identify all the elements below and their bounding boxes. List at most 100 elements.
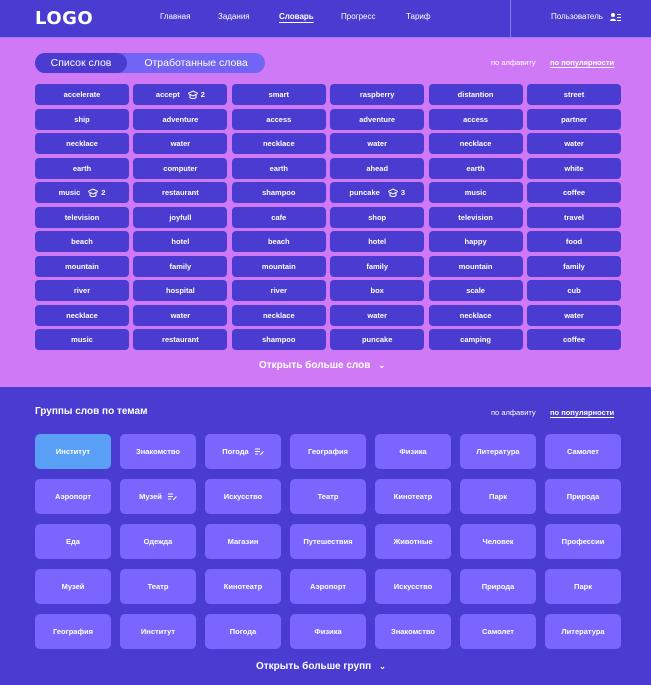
word-chip[interactable]: distantion: [428, 84, 523, 105]
word-chip[interactable]: restaurant: [133, 182, 228, 203]
topic-group-chip[interactable]: Аэропорт: [290, 569, 366, 604]
user-list-icon[interactable]: [610, 12, 621, 22]
word-chip[interactable]: travel: [527, 206, 621, 228]
word-chip[interactable]: family: [133, 255, 228, 277]
more-groups-button[interactable]: Открыть больше групп ⌄: [256, 661, 386, 672]
word-chip[interactable]: box: [330, 280, 425, 301]
word-chip[interactable]: necklace: [231, 304, 326, 326]
word-chip[interactable]: music 2: [35, 182, 129, 203]
word-chip[interactable]: shop: [330, 206, 425, 228]
word-chip[interactable]: street: [527, 84, 621, 105]
topic-group-chip[interactable]: Физика: [290, 614, 366, 649]
topic-group-chip[interactable]: Парк: [545, 569, 621, 604]
word-chip[interactable]: shampoo: [231, 329, 326, 350]
word-chip[interactable]: white: [527, 157, 621, 179]
nav-item[interactable]: Тариф: [406, 12, 430, 21]
word-chip[interactable]: coffee: [527, 329, 621, 350]
word-chip[interactable]: accept 2: [133, 84, 228, 105]
word-chip[interactable]: river: [231, 280, 326, 301]
word-chip[interactable]: partner: [527, 108, 621, 130]
word-chip[interactable]: hotel: [330, 231, 425, 252]
word-chip[interactable]: hospital: [133, 280, 228, 301]
topic-group-chip[interactable]: Профессии: [545, 524, 621, 559]
word-chip[interactable]: coffee: [527, 182, 621, 203]
word-chip[interactable]: necklace: [35, 133, 129, 154]
word-chip[interactable]: water: [133, 133, 228, 154]
word-chip[interactable]: food: [527, 231, 621, 252]
topic-group-chip[interactable]: Магазин: [205, 524, 281, 559]
word-chip[interactable]: mountain: [231, 255, 326, 277]
word-chip[interactable]: puncake: [330, 329, 425, 350]
word-chip[interactable]: necklace: [428, 133, 523, 154]
word-chip[interactable]: puncake 3: [330, 182, 425, 203]
nav-item[interactable]: Главная: [160, 12, 190, 21]
word-chip[interactable]: cafe: [231, 206, 326, 228]
word-chip[interactable]: television: [35, 206, 129, 228]
topic-group-chip[interactable]: Физика: [375, 434, 451, 469]
tab-practiced-words[interactable]: Отработанные слова: [131, 53, 261, 73]
topic-group-chip[interactable]: Кинотеатр: [375, 479, 451, 514]
word-chip[interactable]: family: [527, 255, 621, 277]
topic-group-chip[interactable]: Еда: [35, 524, 111, 559]
topic-group-chip[interactable]: Погода: [205, 434, 281, 469]
word-chip[interactable]: restaurant: [133, 329, 228, 350]
word-chip[interactable]: ship: [35, 108, 129, 130]
word-chip[interactable]: beach: [231, 231, 326, 252]
word-chip[interactable]: mountain: [428, 255, 523, 277]
word-chip[interactable]: scale: [428, 280, 523, 301]
word-chip[interactable]: necklace: [35, 304, 129, 326]
word-chip[interactable]: earth: [428, 157, 523, 179]
sort-alpha-link[interactable]: по алфавиту: [491, 58, 536, 67]
topic-group-chip[interactable]: Искусство: [375, 569, 451, 604]
topic-group-chip[interactable]: География: [35, 614, 111, 649]
word-chip[interactable]: camping: [428, 329, 523, 350]
more-words-button[interactable]: Открыть больше слов ⌄: [259, 360, 385, 371]
word-chip[interactable]: accelerate: [35, 84, 129, 105]
word-chip[interactable]: happy: [428, 231, 523, 252]
word-chip[interactable]: joyfull: [133, 206, 228, 228]
topic-group-chip[interactable]: Театр: [290, 479, 366, 514]
topic-group-chip[interactable]: Музей: [120, 479, 196, 514]
nav-item[interactable]: Прогресс: [341, 12, 375, 21]
topic-group-chip[interactable]: География: [290, 434, 366, 469]
topic-group-chip[interactable]: Погода: [205, 614, 281, 649]
word-chip[interactable]: family: [330, 255, 425, 277]
nav-item[interactable]: Задания: [218, 12, 250, 21]
topic-group-chip[interactable]: Одежда: [120, 524, 196, 559]
word-chip[interactable]: music: [35, 329, 129, 350]
user-label[interactable]: Пользователь: [551, 12, 603, 21]
word-chip[interactable]: shampoo: [231, 182, 326, 203]
topic-group-chip[interactable]: Природа: [460, 569, 536, 604]
word-chip[interactable]: necklace: [428, 304, 523, 326]
word-chip[interactable]: raspberry: [330, 84, 425, 105]
word-chip[interactable]: river: [35, 280, 129, 301]
word-chip[interactable]: adventure: [330, 108, 425, 130]
topic-group-chip[interactable]: Искусство: [205, 479, 281, 514]
topic-group-chip[interactable]: Путешествия: [290, 524, 366, 559]
word-chip[interactable]: earth: [35, 157, 129, 179]
logo[interactable]: LOGO: [35, 8, 93, 29]
topic-group-chip[interactable]: Природа: [545, 479, 621, 514]
topic-group-chip[interactable]: Знакомство: [120, 434, 196, 469]
sort-popular-link[interactable]: по популярности: [550, 58, 614, 67]
word-chip[interactable]: ahead: [330, 157, 425, 179]
word-chip[interactable]: earth: [231, 157, 326, 179]
word-chip[interactable]: access: [428, 108, 523, 130]
nav-item[interactable]: Словарь: [279, 12, 314, 21]
word-chip[interactable]: hotel: [133, 231, 228, 252]
word-chip[interactable]: beach: [35, 231, 129, 252]
word-chip[interactable]: smart: [231, 84, 326, 105]
topic-group-chip[interactable]: Знакомство: [375, 614, 451, 649]
word-chip[interactable]: computer: [133, 157, 228, 179]
word-chip[interactable]: access: [231, 108, 326, 130]
topic-group-chip[interactable]: Литература: [460, 434, 536, 469]
word-chip[interactable]: necklace: [231, 133, 326, 154]
user-menu[interactable]: Пользователь: [510, 0, 651, 37]
topic-group-chip[interactable]: Человек: [460, 524, 536, 559]
topic-group-chip[interactable]: Животные: [375, 524, 451, 559]
word-chip[interactable]: cub: [527, 280, 621, 301]
groups-sort-popular-link[interactable]: по популярности: [550, 408, 614, 417]
word-chip[interactable]: water: [133, 304, 228, 326]
topic-group-chip[interactable]: Институт: [120, 614, 196, 649]
word-chip[interactable]: water: [330, 304, 425, 326]
